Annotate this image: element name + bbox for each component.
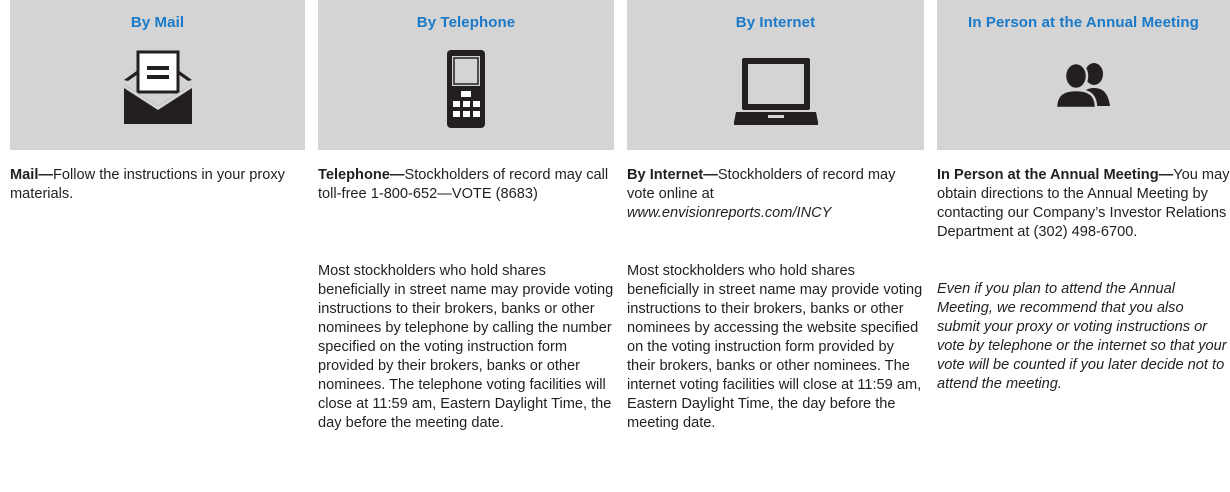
people-icon: [1054, 62, 1110, 108]
internet-lead: By Internet—: [627, 167, 718, 183]
in-person-paragraph: In Person at the Annual Meeting—You may …: [937, 166, 1230, 242]
telephone-header: By Telephone: [318, 0, 614, 150]
internet-paragraph: By Internet—Stockholders of record may v…: [627, 166, 924, 223]
in-person-recommendation: Even if you plan to attend the Annual Me…: [937, 281, 1227, 392]
internet-title: By Internet: [735, 14, 816, 31]
telephone-title: By Telephone: [416, 14, 516, 31]
mail-title: By Mail: [130, 14, 185, 31]
in-person-title: In Person at the Annual Meeting: [968, 14, 1199, 31]
mail-header: By Mail: [10, 0, 305, 150]
in-person-column: In Person at the Annual Meeting In Perso…: [937, 0, 1230, 392]
telephone-street-name-paragraph: Most stockholders who hold shares benefi…: [318, 263, 614, 431]
mail-lead: Mail—: [10, 167, 53, 183]
mail-column: By Mail Mail—Follow the instructions in …: [10, 0, 305, 202]
voting-website-url: www.envisionreports.com/INCY: [627, 205, 832, 221]
in-person-lead: In Person at the Annual Meeting—: [937, 167, 1174, 183]
in-person-header: In Person at the Annual Meeting: [937, 0, 1230, 150]
envelope-icon: [123, 50, 192, 124]
telephone-paragraph: Telephone—Stockholders of record may cal…: [318, 166, 614, 204]
telephone-lead: Telephone—: [318, 167, 405, 183]
internet-street-name-paragraph: Most stockholders who hold shares benefi…: [627, 263, 923, 431]
mail-paragraph: Mail—Follow the instructions in your pro…: [10, 166, 305, 204]
internet-header: By Internet: [627, 0, 924, 150]
phone-icon: [447, 50, 485, 128]
laptop-icon: [733, 58, 818, 125]
internet-column: By Internet By Internet—Stockholders of …: [627, 0, 924, 431]
telephone-column: By Telephone Telephone—Stockholders of r…: [318, 0, 614, 431]
